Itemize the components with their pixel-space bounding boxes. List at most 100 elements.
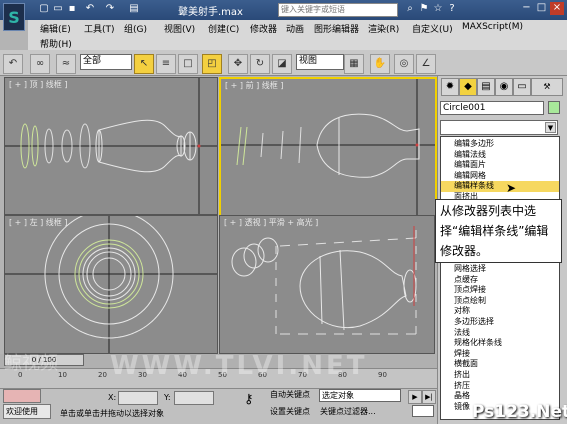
- scale-icon[interactable]: ◪: [272, 54, 292, 74]
- save-icon[interactable]: ▪: [66, 3, 78, 15]
- list-item-edit-spline[interactable]: 编辑样条线: [441, 181, 559, 192]
- select-link-icon[interactable]: ∞: [30, 54, 50, 74]
- list-item[interactable]: 挤压: [441, 381, 559, 392]
- utilities-tab-icon[interactable]: ⚒: [531, 78, 563, 96]
- select-object-icon[interactable]: ↖: [134, 54, 154, 74]
- select-by-name-icon[interactable]: ≡: [156, 54, 176, 74]
- pivot-center-icon[interactable]: ▦: [344, 54, 364, 74]
- minimize-icon[interactable]: −: [520, 2, 533, 15]
- menu-rendering[interactable]: 渲染(R): [368, 22, 399, 35]
- selection-filter-dropdown[interactable]: 全部: [80, 54, 132, 70]
- tutorial-callout: 从修改器列表中选择“编辑样条线”编辑修改器。: [435, 199, 562, 263]
- menu-animation[interactable]: 动画: [286, 22, 304, 35]
- viewport-front[interactable]: [ + ] 前 ] 线框 ]: [219, 77, 437, 217]
- help-icon[interactable]: ?: [446, 3, 458, 15]
- list-item[interactable]: 晶格: [441, 391, 559, 402]
- list-item[interactable]: 法线: [441, 328, 559, 339]
- list-item[interactable]: 顶点焊接: [441, 285, 559, 296]
- undo-icon[interactable]: ↶: [84, 3, 96, 15]
- move-icon[interactable]: ✥: [228, 54, 248, 74]
- project-folder-icon[interactable]: ▤: [128, 3, 140, 15]
- timeline-tick: 20: [98, 371, 107, 379]
- reference-coord-dropdown[interactable]: 视图: [296, 54, 344, 70]
- menu-group[interactable]: 组(G): [124, 22, 147, 35]
- x-coord-field[interactable]: [118, 391, 158, 405]
- perspective-view-drawing: [231, 226, 417, 340]
- list-item[interactable]: 规格化样条线: [441, 338, 559, 349]
- modifier-list-dropdown[interactable]: ▼: [440, 120, 558, 135]
- search-input[interactable]: 键入关键字或短语: [278, 3, 398, 17]
- maximize-icon[interactable]: □: [535, 2, 548, 15]
- bind-space-warp-icon[interactable]: ≈: [56, 54, 76, 74]
- snap-toggle-icon[interactable]: ◎: [394, 54, 414, 74]
- play-icon[interactable]: ▶: [408, 390, 422, 404]
- list-item[interactable]: 编辑多边形: [441, 139, 559, 150]
- angle-snap-icon[interactable]: ∠: [416, 54, 436, 74]
- menu-graph-editors[interactable]: 图形编辑器: [314, 22, 359, 35]
- list-item[interactable]: 多边形选择: [441, 317, 559, 328]
- new-file-icon[interactable]: ▢: [38, 3, 50, 15]
- menu-maxscript[interactable]: MAXScript(M): [462, 22, 523, 32]
- object-color-swatch[interactable]: [548, 101, 560, 114]
- menu-modifiers[interactable]: 修改器: [250, 22, 277, 35]
- list-item[interactable]: 焊接: [441, 349, 559, 360]
- list-item[interactable]: 网格选择: [441, 264, 559, 275]
- set-key-button[interactable]: 设置关键点: [270, 406, 310, 417]
- menu-help[interactable]: 帮助(H): [40, 37, 72, 50]
- redo-icon[interactable]: ↷: [104, 3, 116, 15]
- auto-key-button[interactable]: 自动关键点: [270, 389, 310, 400]
- current-frame-field[interactable]: [412, 405, 434, 417]
- chevron-down-icon[interactable]: ▼: [545, 122, 556, 133]
- rotate-icon[interactable]: ↻: [250, 54, 270, 74]
- list-item[interactable]: 编辑网格: [441, 171, 559, 182]
- rectangle-selection-icon[interactable]: □: [178, 54, 198, 74]
- menu-create[interactable]: 创建(C): [208, 22, 239, 35]
- left-view-drawing: [5, 216, 217, 353]
- subscription-icon[interactable]: ⚑: [418, 3, 430, 15]
- watermark: 鲸视频: [4, 353, 58, 374]
- window-crossing-icon[interactable]: ◰: [202, 54, 222, 74]
- next-frame-icon[interactable]: ▶|: [422, 390, 436, 404]
- list-item[interactable]: 挤出: [441, 370, 559, 381]
- menu-edit[interactable]: 编辑(E): [40, 22, 71, 35]
- menu-views[interactable]: 视图(V): [164, 22, 195, 35]
- display-tab-icon[interactable]: ▭: [513, 78, 531, 96]
- window-title: 鼙美射手.max: [178, 7, 243, 18]
- hierarchy-tab-icon[interactable]: ▤: [477, 78, 495, 96]
- key-filters-button[interactable]: 关键点过滤器...: [320, 406, 376, 417]
- list-item[interactable]: 对称: [441, 306, 559, 317]
- app-menu-icon[interactable]: S: [3, 3, 25, 31]
- viewport-top[interactable]: [ + ] 顶 ] 线框 ]: [4, 77, 218, 215]
- open-file-icon[interactable]: ▭: [52, 3, 64, 15]
- modifier-list[interactable]: 编辑多边形 编辑法线 编辑面片 编辑网格 编辑样条线 面挤出 网格选择 点缓存 …: [440, 136, 560, 420]
- viewport-left[interactable]: [ + ] 左 ] 线框 ]: [4, 215, 218, 354]
- front-view-drawing: [221, 79, 435, 215]
- timeline-tick: 90: [378, 371, 387, 379]
- motion-tab-icon[interactable]: ◉: [495, 78, 513, 96]
- list-item[interactable]: 编辑法线: [441, 150, 559, 161]
- main-toolbar: ↶ ∞ ≈ 全部 ↖ ≡ □ ◰ ✥ ↻ ◪ 视图 ▦ ✋ ◎ ∠: [0, 50, 567, 76]
- key-icon[interactable]: ⚷: [244, 392, 254, 407]
- list-item[interactable]: 横截面: [441, 359, 559, 370]
- key-mode-dropdown[interactable]: 选定对象: [319, 389, 401, 402]
- search-icon[interactable]: ⌕: [404, 3, 416, 15]
- undo-tool-icon[interactable]: ↶: [3, 54, 23, 74]
- communication-center-icon[interactable]: ☆: [432, 3, 444, 15]
- list-item[interactable]: 编辑面片: [441, 160, 559, 171]
- modify-tab-icon[interactable]: ◆: [459, 78, 477, 96]
- close-icon[interactable]: ×: [550, 2, 564, 15]
- menu-tools[interactable]: 工具(T): [84, 22, 115, 35]
- list-item[interactable]: 顶点绘制: [441, 296, 559, 307]
- y-coord-field[interactable]: [174, 391, 214, 405]
- y-coord-label: Y:: [164, 393, 171, 402]
- selection-lock-button[interactable]: [3, 389, 41, 403]
- maxscript-listener[interactable]: 欢迎使用: [3, 404, 51, 419]
- menu-customize[interactable]: 自定义(U): [412, 22, 453, 35]
- object-name-field[interactable]: Circle001: [440, 101, 544, 115]
- timeline-tick: 10: [58, 371, 67, 379]
- create-tab-icon[interactable]: ✹: [441, 78, 459, 96]
- viewport-perspective[interactable]: [ + ] 透视 ] 平滑 + 高光 ]: [219, 215, 435, 354]
- list-item[interactable]: 点缓存: [441, 275, 559, 286]
- select-manipulate-icon[interactable]: ✋: [370, 54, 390, 74]
- mouse-pointer-icon: ➤: [506, 181, 517, 195]
